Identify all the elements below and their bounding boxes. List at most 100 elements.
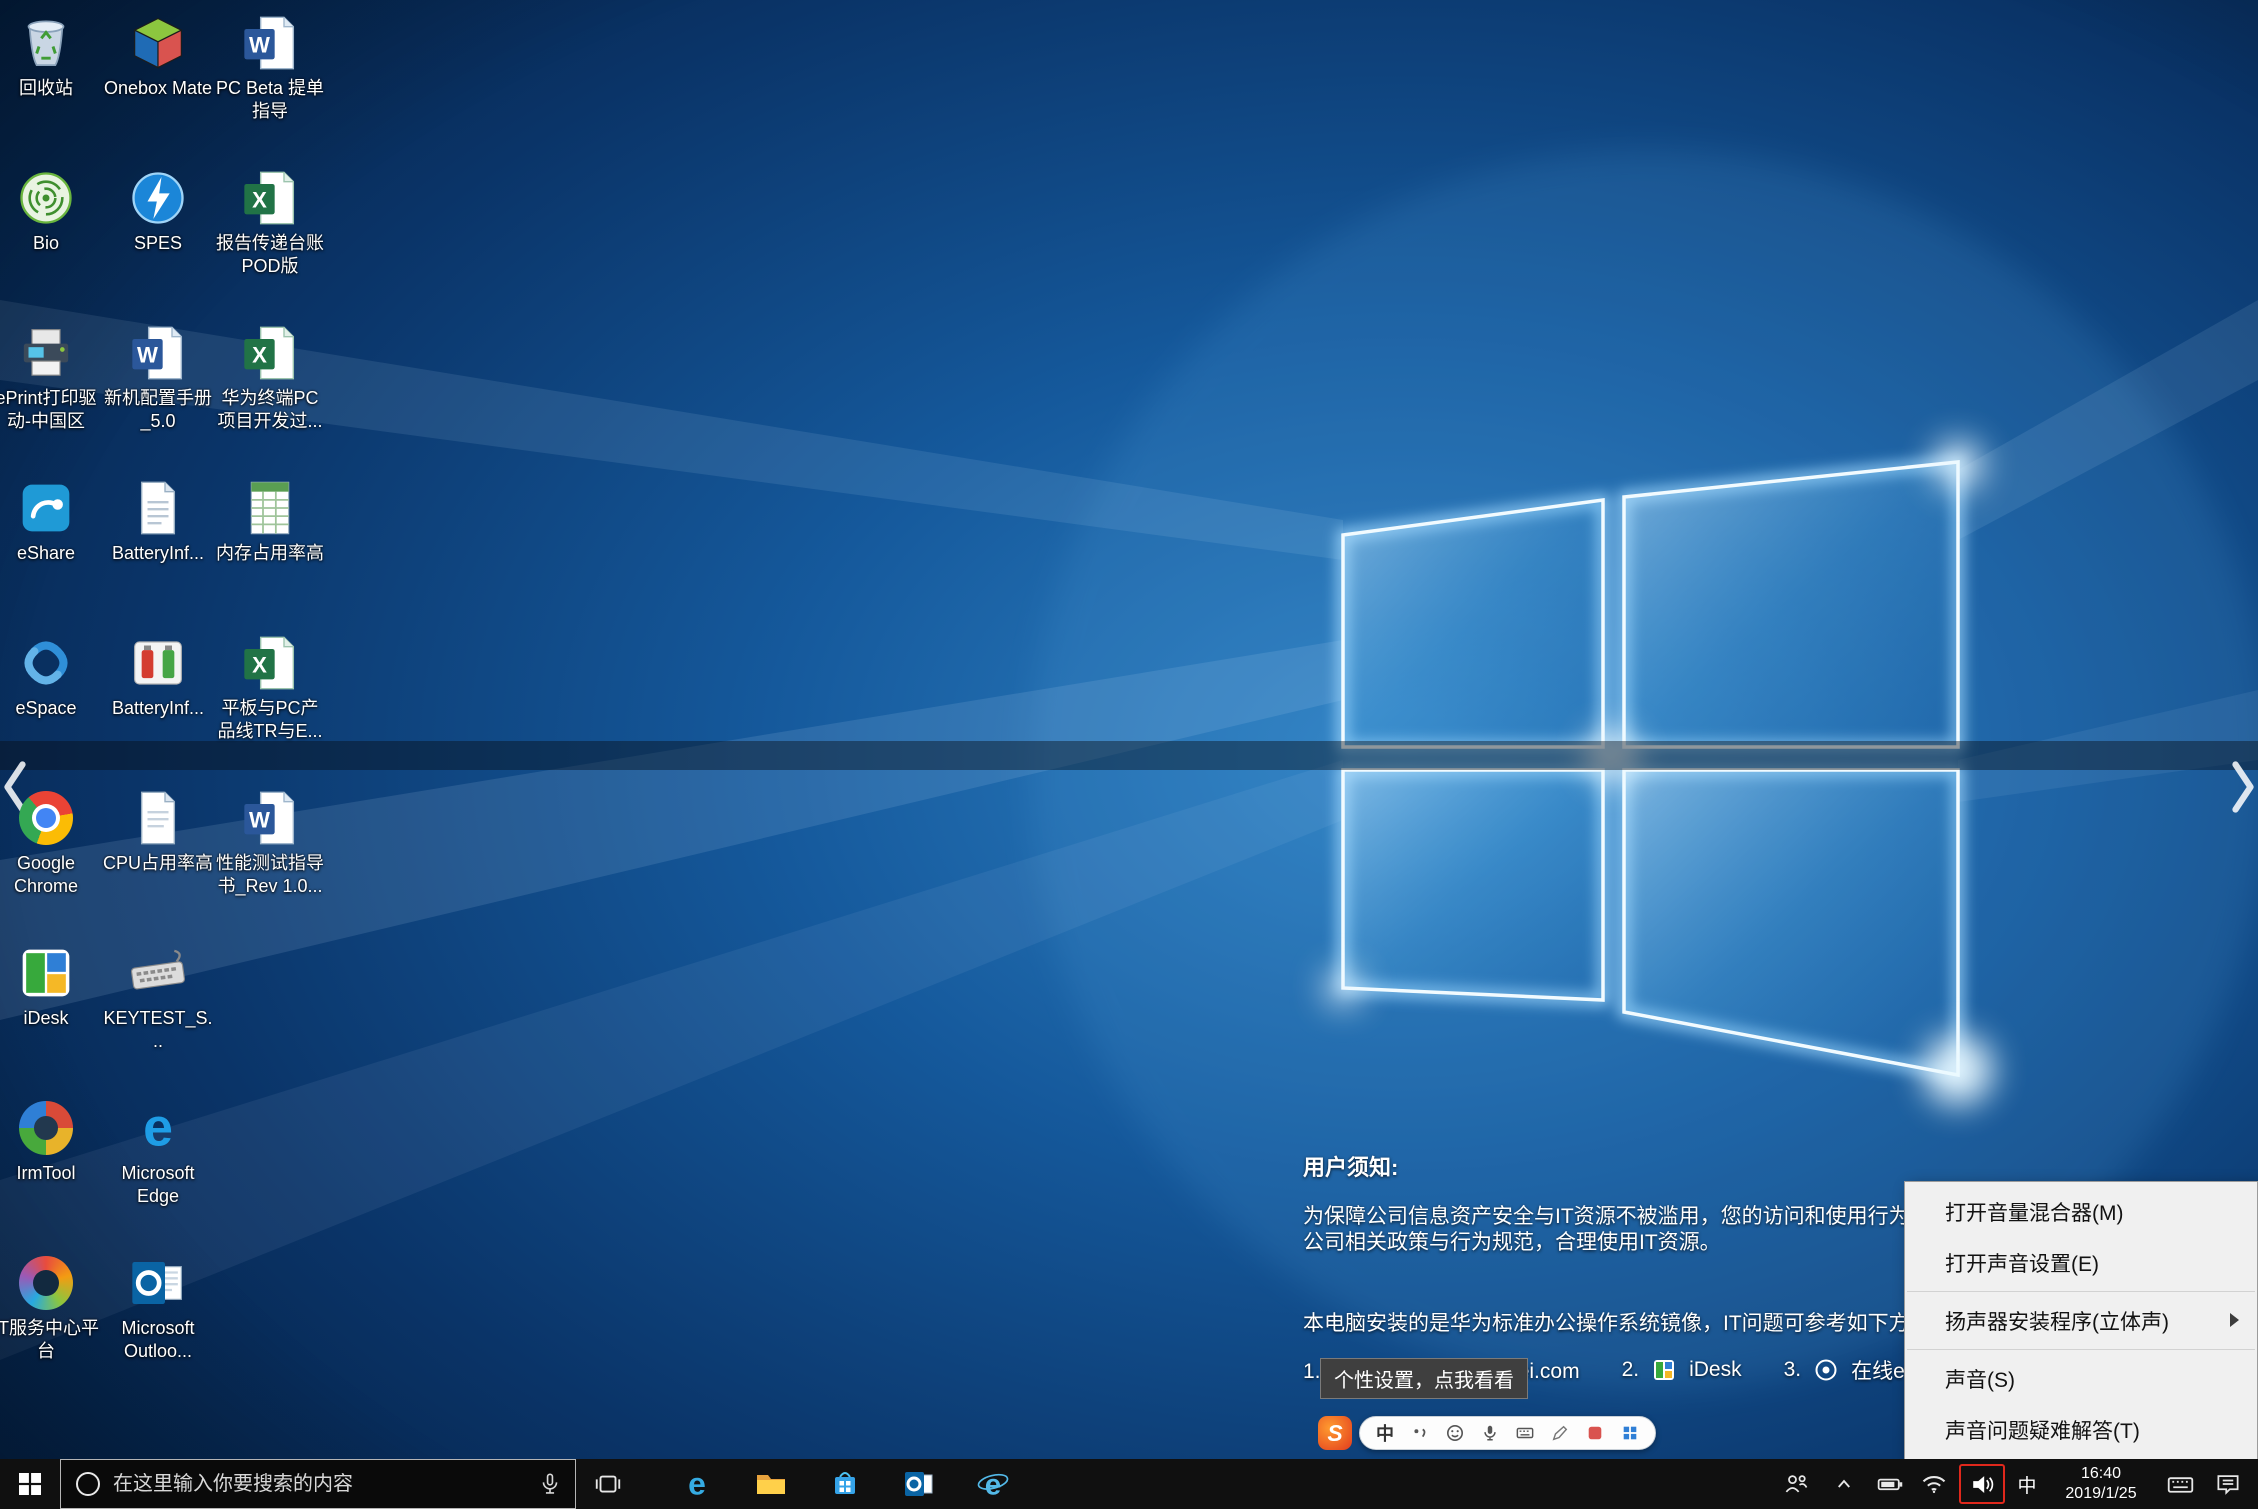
desktop-icon-label: 性能测试指导书_Rev 1.0... (215, 852, 325, 897)
desktop-icon-idesk[interactable]: iDesk (0, 936, 102, 1091)
start-button[interactable] (0, 1459, 60, 1509)
empty-cell (214, 1091, 326, 1246)
desktop-icon-batteryinfo-app[interactable]: BatteryInf... (102, 626, 214, 781)
skin-icon[interactable] (1584, 1422, 1606, 1444)
desktop-icon-it-service-platform[interactable]: IT服务中心平台 (0, 1246, 102, 1401)
volume-highlight-box (1959, 1464, 2005, 1504)
desktop-icon-label: Microsoft Outloo... (103, 1317, 213, 1362)
keyboard-icon (127, 942, 189, 1004)
search-icon (76, 1472, 100, 1496)
chrome-icon (15, 787, 77, 849)
empty-cell (214, 936, 326, 1091)
microphone-icon[interactable] (537, 1471, 563, 1497)
desktop-icon-tablet-pc-tr[interactable]: X 平板与PC产品线TR与E... (214, 626, 326, 781)
desktop-icon-setup-manual[interactable]: W 新机配置手册_5.0 (102, 316, 214, 471)
taskbar-store-button[interactable] (808, 1459, 882, 1509)
taskbar-search[interactable] (60, 1459, 576, 1509)
menu-item-troubleshoot-sound[interactable]: 声音问题疑难解答(T) (1905, 1404, 2257, 1455)
toolbox-icon[interactable] (1619, 1422, 1641, 1444)
sogou-logo-icon[interactable]: S (1318, 1416, 1352, 1450)
menu-item-open-volume-mixer[interactable]: 打开音量混合器(M) (1905, 1186, 2257, 1237)
desktop-icon-memory-usage[interactable]: 内存占用率高 (214, 471, 326, 626)
notice-item-idesk-label: iDesk (1689, 1358, 1742, 1382)
ime-toolbar: S 中 (1318, 1416, 1656, 1450)
action-center-button[interactable] (2204, 1459, 2252, 1509)
search-input[interactable] (113, 1473, 525, 1496)
fingerprint-icon (15, 167, 77, 229)
menu-item-label: 打开声音设置(E) (1945, 1248, 2099, 1278)
taskbar-ie-button[interactable]: e (956, 1459, 1030, 1509)
desktop-icon-google-chrome[interactable]: Google Chrome (0, 781, 102, 936)
menu-item-sounds[interactable]: 声音(S) (1905, 1353, 2257, 1404)
desktop-icon-spes[interactable]: SPES (102, 161, 214, 316)
desktop-icon-label: 新机配置手册_5.0 (103, 387, 213, 432)
desktop-icon-bio[interactable]: Bio (0, 161, 102, 316)
desktop-icon-label: 华为终端PC项目开发过... (215, 387, 325, 432)
desktop-icon-label: BatteryInf... (112, 542, 204, 565)
desktop-icon-report-ledger[interactable]: X 报告传递台账POD版 (214, 161, 326, 316)
taskbar-file-explorer-button[interactable] (734, 1459, 808, 1509)
desktop-icon-batteryinfo-doc[interactable]: BatteryInf... (102, 471, 214, 626)
desktop-icon-label: SPES (134, 232, 182, 255)
touch-keyboard-icon[interactable] (2156, 1459, 2204, 1509)
notice-title: 用户须知: (1303, 1150, 2258, 1182)
emoji-icon[interactable] (1444, 1422, 1466, 1444)
ime-mode-indicator[interactable]: 中 (1374, 1422, 1396, 1444)
desktop-icon-onebox-mate[interactable]: Onebox Mate (102, 6, 214, 161)
people-button[interactable] (1772, 1459, 1820, 1509)
text-doc-icon (127, 787, 189, 849)
taskbar: e e (0, 1459, 2258, 1509)
desktop-icon-pc-beta-guide[interactable]: W PC Beta 提单指导 (214, 6, 326, 161)
desktop-icon-espace[interactable]: eSpace (0, 626, 102, 781)
excel-doc-icon: X (239, 167, 301, 229)
punctuation-icon[interactable] (1409, 1422, 1431, 1444)
desktop-icon-label: CPU占用率高 (103, 852, 213, 875)
desktop-icon-keytest[interactable]: KEYTEST_S... (102, 936, 214, 1091)
desktop-icon-recycle-bin[interactable]: 回收站 (0, 6, 102, 161)
taskbar-edge-button[interactable]: e (660, 1459, 734, 1509)
taskbar-clock[interactable]: 16:40 2019/1/25 (2046, 1459, 2156, 1509)
network-wifi-icon[interactable] (1912, 1459, 1956, 1509)
desktop-icon-cpu-usage[interactable]: CPU占用率高 (102, 781, 214, 936)
menu-item-speaker-setup[interactable]: 扬声器安装程序(立体声) (1905, 1295, 2257, 1346)
idesk-inline-icon (1653, 1359, 1675, 1381)
carousel-right-arrow[interactable] (2224, 756, 2258, 818)
color-wheel-icon (15, 1097, 77, 1159)
battery-icon[interactable] (1868, 1459, 1912, 1509)
desktop-icon-microsoft-edge[interactable]: e Microsoft Edge (102, 1091, 214, 1246)
lightning-circle-icon (127, 167, 189, 229)
desktop-icon-huawei-pc-project[interactable]: X 华为终端PC项目开发过... (214, 316, 326, 471)
desktop-icon-label: Bio (33, 232, 59, 255)
outlook-icon (127, 1252, 189, 1314)
desktop-icon-microsoft-outlook[interactable]: Microsoft Outloo... (102, 1246, 214, 1401)
speaker-icon (1969, 1471, 1996, 1498)
desktop-icon-label: ePrint打印驱动-中国区 (0, 387, 101, 432)
tray-time: 16:40 (2081, 1464, 2121, 1484)
tray-date: 2019/1/25 (2065, 1484, 2136, 1504)
desktop-icon-eprint-driver[interactable]: ePrint打印驱动-中国区 (0, 316, 102, 471)
desktop-icon-label: eSpace (15, 697, 76, 720)
voice-input-icon[interactable] (1479, 1422, 1501, 1444)
submenu-arrow-icon (2230, 1313, 2239, 1327)
desktop-icon-eshare[interactable]: eShare (0, 471, 102, 626)
task-view-button[interactable] (576, 1459, 640, 1509)
desktop-icon-label: PC Beta 提单指导 (215, 77, 325, 122)
taskbar-outlook-button[interactable] (882, 1459, 956, 1509)
menu-item-label: 声音(S) (1945, 1364, 2015, 1394)
tray-expand-button[interactable] (1820, 1459, 1868, 1509)
menu-item-label: 声音问题疑难解答(T) (1945, 1415, 2140, 1445)
notice-item-2-number: 2. (1622, 1358, 1640, 1382)
desktop-icon-label: 报告传递台账POD版 (215, 232, 325, 277)
handwriting-icon[interactable] (1549, 1422, 1571, 1444)
desktop-icon-label: 平板与PC产品线TR与E... (215, 697, 325, 742)
menu-item-open-sound-settings[interactable]: 打开声音设置(E) (1905, 1237, 2257, 1288)
excel-doc-icon: X (239, 322, 301, 384)
desktop-icon-perf-test-guide[interactable]: W 性能测试指导书_Rev 1.0... (214, 781, 326, 936)
desktop-icon-irmtool[interactable]: IrmTool (0, 1091, 102, 1246)
soft-keyboard-icon[interactable] (1514, 1422, 1536, 1444)
windows-logo-icon (19, 1473, 41, 1495)
ime-tooltip: 个性设置，点我看看 (1320, 1358, 1528, 1399)
volume-button[interactable] (1956, 1459, 2008, 1509)
text-doc-icon (127, 477, 189, 539)
ime-indicator[interactable]: 中 (2008, 1459, 2046, 1509)
